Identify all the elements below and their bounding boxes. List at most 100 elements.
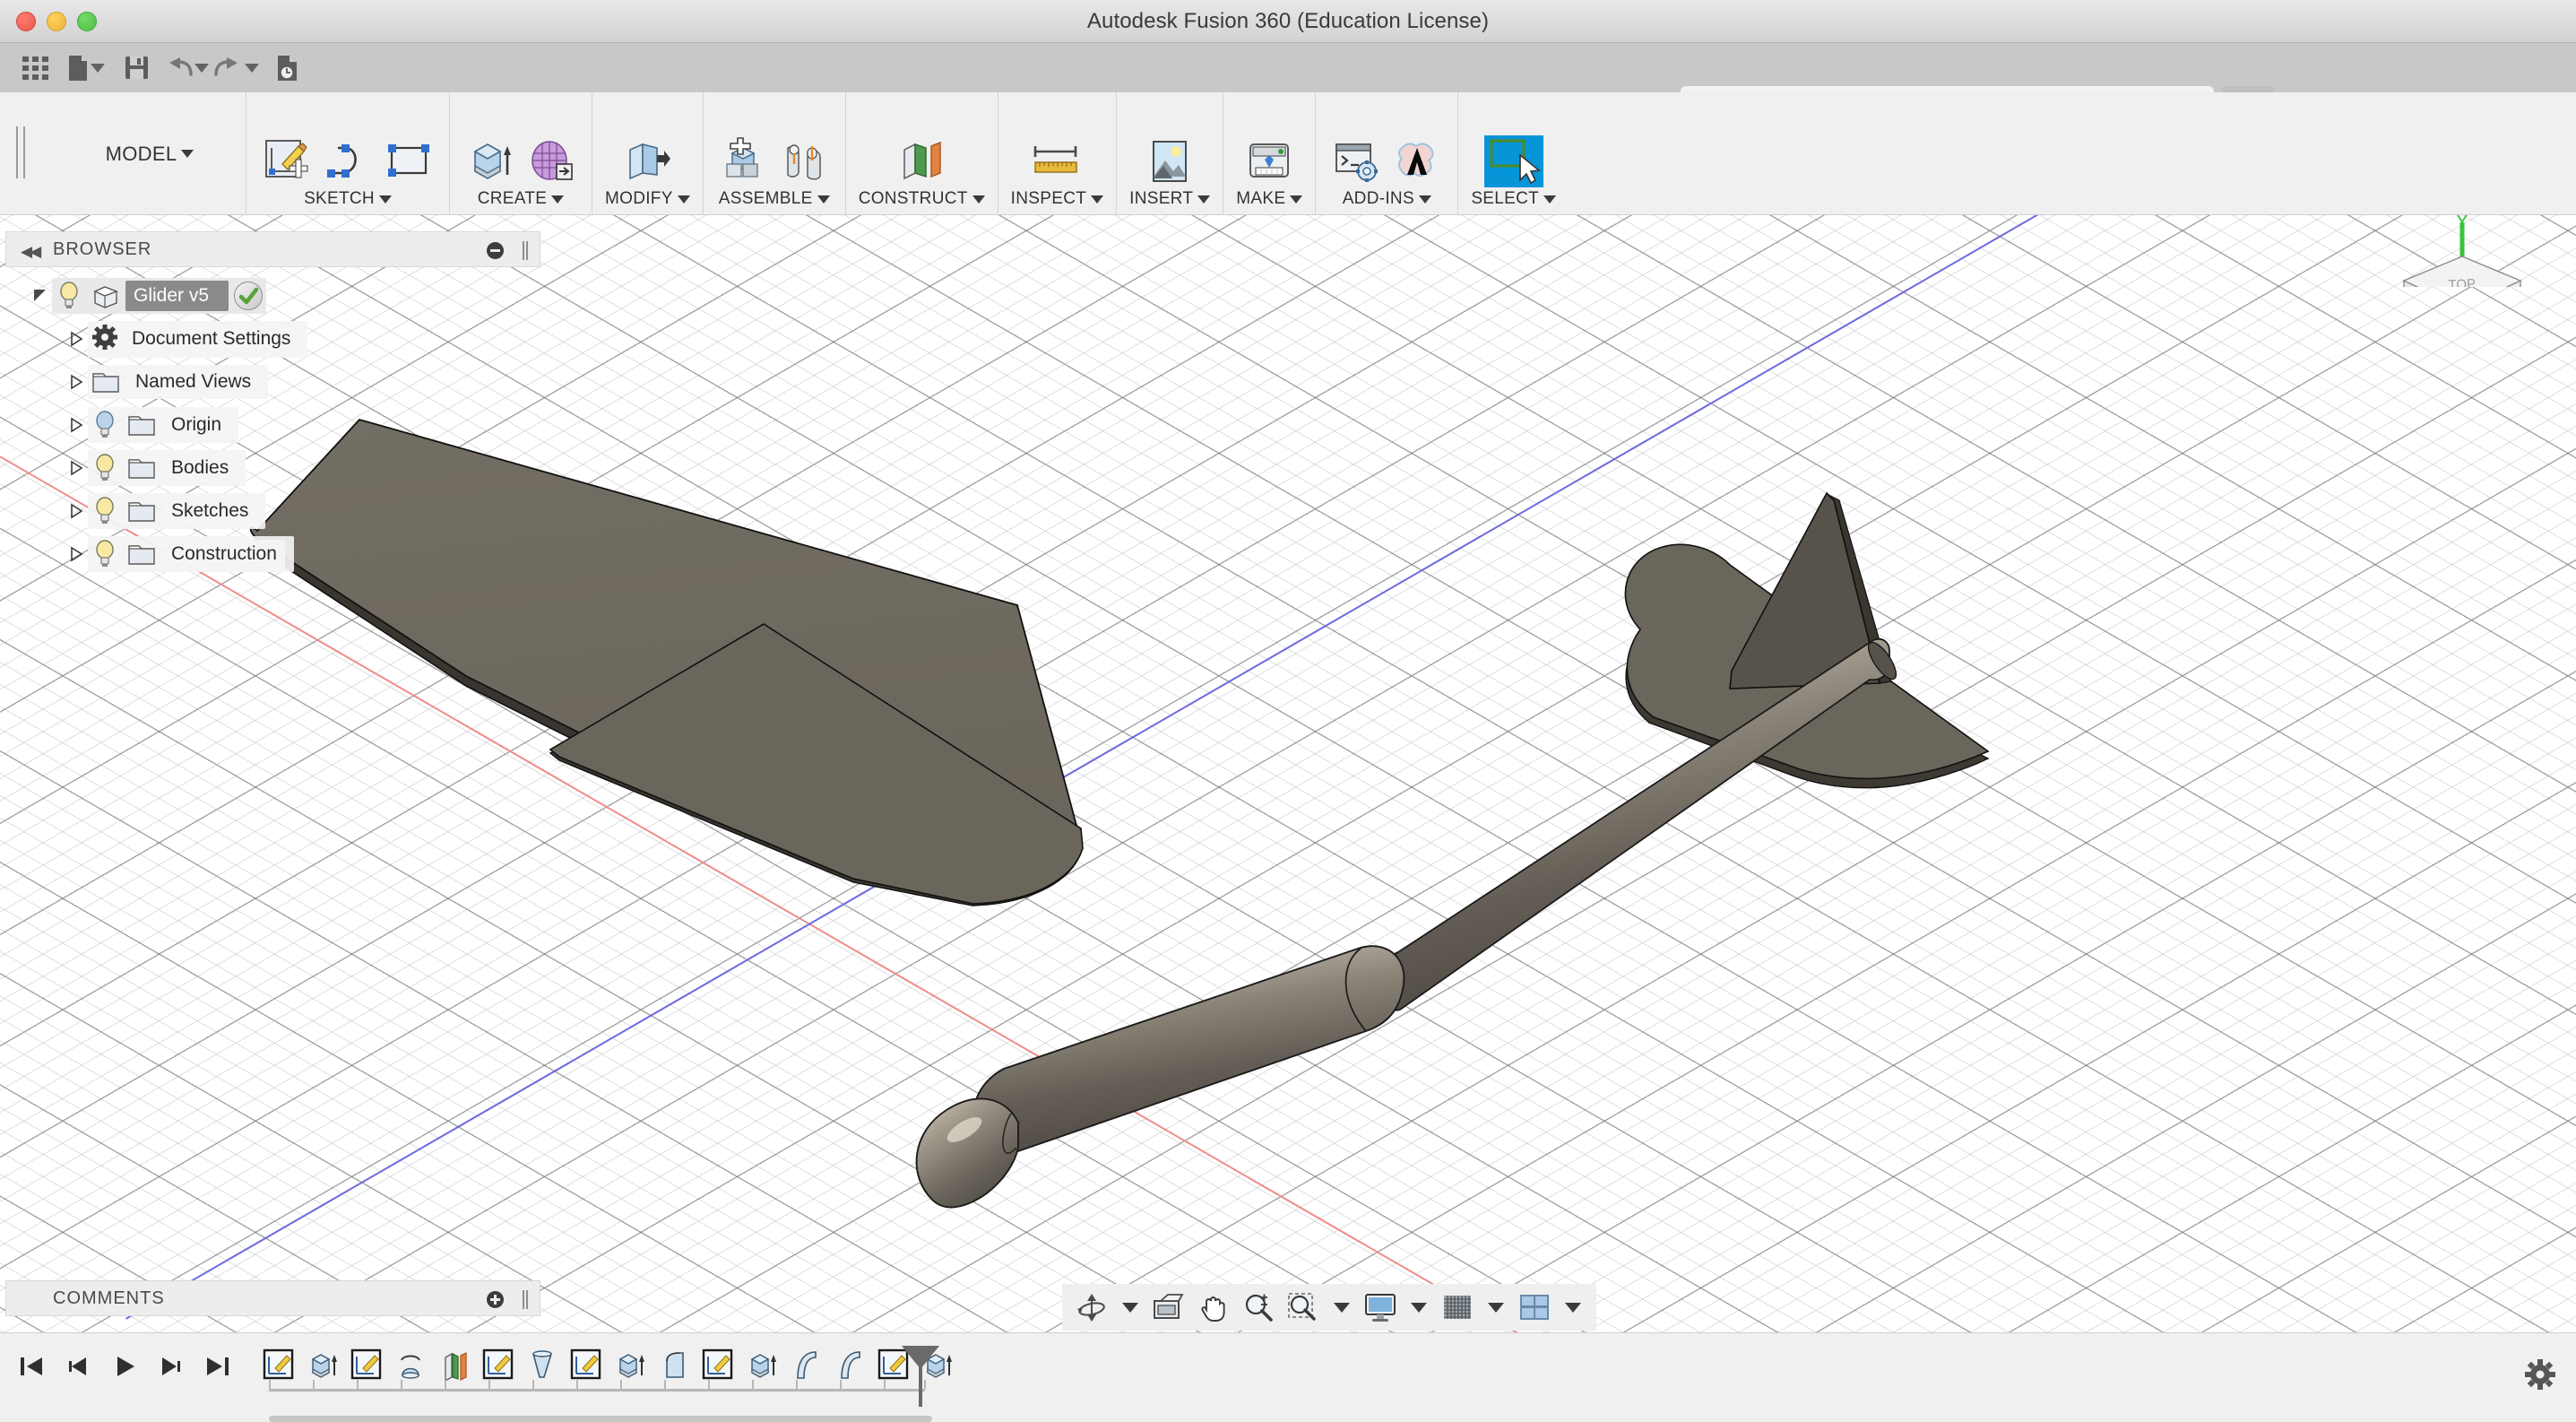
chevron-down-icon[interactable] (1122, 1302, 1138, 1313)
timeline-marker[interactable] (902, 1346, 939, 1407)
rectangle-icon[interactable] (381, 134, 437, 189)
apps-grid-icon[interactable] (11, 45, 61, 91)
chevron-down-icon[interactable] (817, 195, 830, 204)
go-to-end-icon[interactable] (199, 1348, 237, 1385)
orbit-icon[interactable] (1071, 1287, 1112, 1328)
create-form-icon[interactable] (523, 134, 579, 189)
tree-item-document-settings[interactable]: Document Settings (5, 317, 540, 360)
sketch-feature-icon[interactable] (566, 1344, 608, 1387)
select-window-icon[interactable] (1481, 134, 1547, 189)
insert-image-icon[interactable] (1142, 134, 1197, 189)
zoom-icon[interactable] (1238, 1287, 1279, 1328)
plus-circle-icon[interactable] (487, 1291, 504, 1308)
app-store-icon[interactable] (1389, 134, 1445, 189)
chevron-down-icon[interactable] (1334, 1302, 1350, 1313)
visibility-bulb-icon[interactable] (91, 496, 122, 526)
visibility-bulb-icon[interactable] (91, 453, 122, 483)
timeline-rail[interactable] (269, 1380, 926, 1392)
sketch-feature-icon[interactable] (346, 1344, 388, 1387)
display-settings-icon[interactable] (1360, 1287, 1401, 1328)
gear-icon[interactable] (2524, 1358, 2556, 1391)
chevron-down-icon[interactable] (972, 195, 985, 204)
undo-icon[interactable] (161, 45, 212, 91)
tree-item-sketches[interactable]: Sketches (5, 490, 540, 533)
chevron-down-icon[interactable] (1290, 195, 1303, 204)
chevron-down-icon[interactable] (181, 150, 194, 158)
chevron-down-icon[interactable] (1091, 195, 1104, 204)
expand-toggle[interactable] (65, 373, 88, 391)
chevron-down-icon[interactable] (1543, 195, 1557, 204)
tree-item-root[interactable]: Glider v5 (5, 274, 540, 317)
minus-icon[interactable] (487, 242, 504, 259)
joint-icon[interactable] (777, 134, 833, 189)
expand-toggle[interactable] (65, 502, 88, 520)
visibility-bulb-icon[interactable] (91, 539, 122, 569)
expand-toggle-root[interactable] (29, 287, 52, 305)
save-icon[interactable] (111, 45, 161, 91)
collapse-left-icon[interactable]: ◀◀ (21, 243, 41, 261)
ribbon-grip[interactable] (16, 126, 25, 178)
chevron-down-icon[interactable] (551, 195, 565, 204)
sketch-feature-icon[interactable] (697, 1344, 739, 1387)
chevron-down-icon[interactable] (1488, 1302, 1504, 1313)
play-forward-icon[interactable] (106, 1348, 143, 1385)
revolve-feature-icon[interactable] (390, 1344, 432, 1387)
press-pull-icon[interactable] (619, 134, 675, 189)
visibility-bulb-icon[interactable] (91, 410, 122, 440)
sketch-feature-icon[interactable] (258, 1344, 300, 1387)
extrude-icon[interactable] (462, 134, 518, 189)
go-to-beginning-icon[interactable] (13, 1348, 50, 1385)
chevron-down-icon[interactable] (677, 195, 690, 204)
tree-item-named-views[interactable]: Named Views (5, 360, 540, 403)
version-history-icon[interactable] (262, 45, 312, 91)
window-controls[interactable] (16, 12, 97, 31)
tree-item-origin[interactable]: Origin (5, 403, 540, 447)
expand-toggle[interactable] (65, 459, 88, 477)
extrude-feature-icon[interactable] (302, 1344, 344, 1387)
chevron-down-icon[interactable] (1418, 195, 1431, 204)
spline-icon[interactable] (320, 134, 376, 189)
scripts-addins-icon[interactable] (1328, 134, 1384, 189)
visibility-bulb-icon[interactable] (56, 281, 86, 311)
new-component-icon[interactable] (716, 134, 772, 189)
viewports-icon[interactable] (1514, 1287, 1555, 1328)
offset-plane-icon[interactable] (894, 134, 949, 189)
close-button[interactable] (16, 12, 36, 31)
chevron-down-icon[interactable] (378, 195, 392, 204)
step-forward-icon[interactable] (152, 1348, 190, 1385)
minimize-button[interactable] (47, 12, 66, 31)
step-back-icon[interactable] (59, 1348, 97, 1385)
maximize-button[interactable] (77, 12, 97, 31)
panel-resize-grip[interactable] (523, 241, 528, 260)
redo-icon[interactable] (212, 45, 262, 91)
tree-item-bodies[interactable]: Bodies (5, 447, 540, 490)
chevron-down-icon[interactable] (91, 63, 105, 73)
expand-toggle[interactable] (65, 330, 88, 348)
look-at-icon[interactable] (1148, 1287, 1189, 1328)
sketch-feature-icon[interactable] (478, 1344, 520, 1387)
loft-feature-icon[interactable] (522, 1344, 564, 1387)
grid-snaps-icon[interactable] (1437, 1287, 1478, 1328)
3d-print-icon[interactable] (1241, 134, 1297, 189)
expand-toggle[interactable] (65, 545, 88, 563)
plane-feature-icon[interactable] (434, 1344, 476, 1387)
fillet-feature-icon[interactable] (653, 1344, 696, 1387)
chevron-down-icon[interactable] (245, 63, 259, 73)
new-file-icon[interactable] (61, 45, 111, 91)
chevron-down-icon[interactable] (1565, 1302, 1581, 1313)
chevron-down-icon[interactable] (194, 63, 209, 73)
measure-icon[interactable] (1029, 134, 1085, 189)
extrude-feature-icon[interactable] (741, 1344, 783, 1387)
panel-resize-grip[interactable] (523, 1290, 528, 1309)
sweep-feature-icon[interactable] (829, 1344, 871, 1387)
expand-toggle[interactable] (65, 416, 88, 434)
zoom-window-icon[interactable] (1283, 1287, 1324, 1328)
chevron-down-icon[interactable] (1197, 195, 1211, 204)
workspace-selector[interactable]: MODEL (54, 92, 246, 215)
pan-icon[interactable] (1193, 1287, 1234, 1328)
sweep-feature-icon[interactable] (785, 1344, 827, 1387)
create-sketch-icon[interactable] (259, 134, 315, 189)
tree-item-construction[interactable]: Construction (5, 533, 540, 576)
check-circle-icon[interactable] (234, 282, 264, 310)
chevron-down-icon[interactable] (1411, 1302, 1427, 1313)
